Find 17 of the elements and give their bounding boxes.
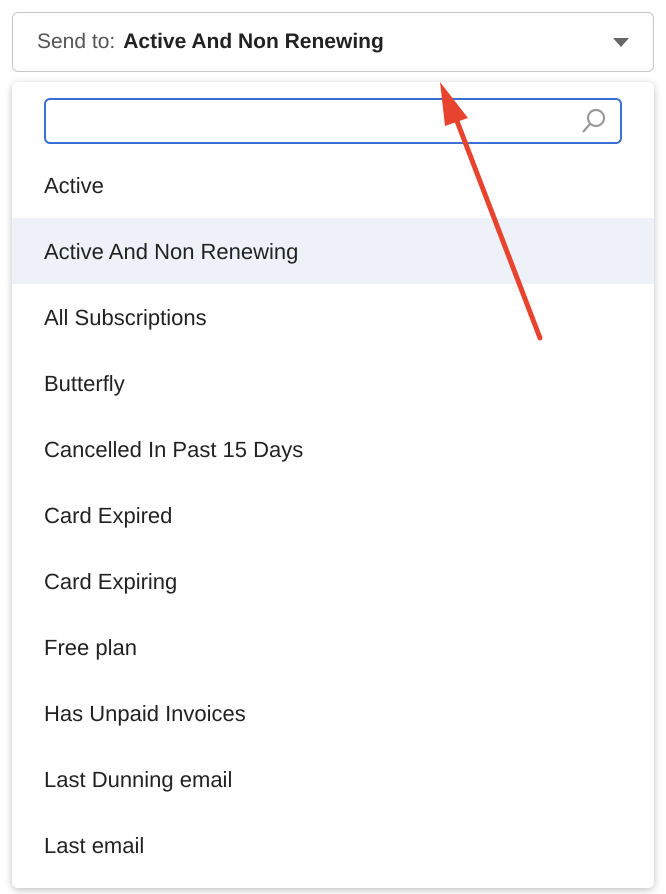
option-item[interactable]: All Subscriptions: [12, 284, 654, 350]
option-item[interactable]: Last Dunning email: [12, 746, 654, 812]
option-item[interactable]: Card Expired: [12, 482, 654, 548]
select-label: Send to:: [37, 29, 116, 56]
option-item[interactable]: Cancelled In Past 15 Days: [12, 416, 654, 482]
option-item[interactable]: Free plan: [12, 614, 654, 680]
option-item[interactable]: Butterfly: [12, 350, 654, 416]
option-item[interactable]: Active And Non Renewing: [12, 218, 654, 284]
caret-icon: [613, 38, 629, 46]
option-item[interactable]: Card Expiring: [12, 548, 654, 614]
option-item[interactable]: Has Unpaid Invoices: [12, 680, 654, 746]
search-field[interactable]: [44, 98, 622, 144]
send-to-select[interactable]: Send to: Active And Non Renewing: [12, 12, 654, 72]
option-item[interactable]: Last email: [12, 812, 654, 878]
select-value: Active And Non Renewing: [123, 29, 384, 56]
option-item[interactable]: Active: [12, 152, 654, 218]
search-icon: [580, 107, 608, 135]
